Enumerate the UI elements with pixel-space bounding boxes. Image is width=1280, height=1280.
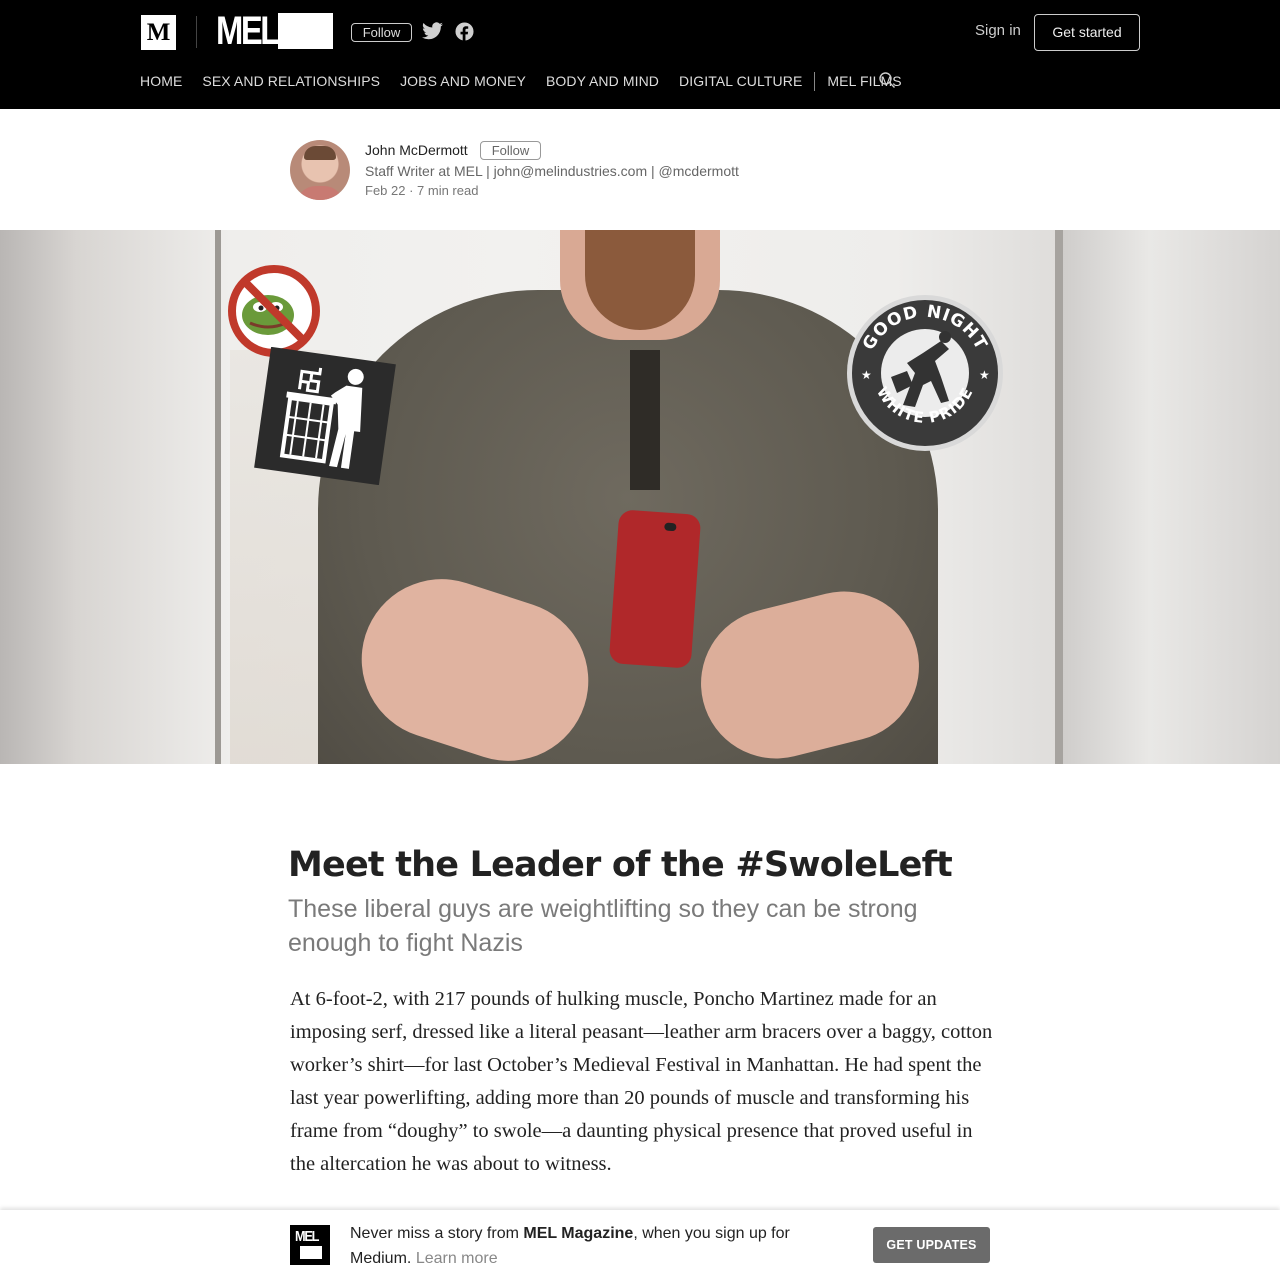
- medium-logo[interactable]: M: [141, 15, 176, 50]
- phone-in-photo: [608, 509, 702, 669]
- facebook-icon[interactable]: [455, 22, 474, 41]
- logo-divider: [196, 16, 197, 48]
- svg-text:★: ★: [861, 368, 872, 382]
- nav-item-home[interactable]: HOME: [140, 73, 182, 89]
- article-subtitle: These liberal guys are weightlifting so …: [288, 895, 918, 957]
- publication-follow-button[interactable]: Follow: [351, 23, 412, 42]
- twitter-icon[interactable]: [422, 22, 443, 40]
- post-meta: Feb 22 · 7 min read: [365, 183, 479, 198]
- article-paragraph: At 6-foot-2, with 217 pounds of hulking …: [290, 988, 993, 1175]
- get-updates-button[interactable]: GET UPDATES: [873, 1227, 990, 1263]
- nav-item-sex-and-relationships[interactable]: SEX AND RELATIONSHIPS: [202, 73, 380, 89]
- trash-swastika-sticker: [254, 347, 396, 485]
- get-started-button[interactable]: Get started: [1034, 14, 1140, 51]
- banner-mel-logo[interactable]: MEL: [290, 1225, 330, 1265]
- mel-logo-block: [278, 13, 333, 49]
- no-pepe-sticker: [228, 265, 320, 357]
- svg-text:★: ★: [979, 368, 990, 382]
- banner-publication: MEL Magazine: [523, 1225, 634, 1242]
- top-header: M MEL Follow Sign in Get started HOME SE…: [0, 0, 1280, 109]
- author-name[interactable]: John McDermott: [365, 142, 468, 158]
- nav-item-digital-culture[interactable]: DIGITAL CULTURE: [679, 73, 802, 89]
- hero-image: [0, 230, 1280, 764]
- mel-publication-logo[interactable]: MEL: [216, 9, 333, 53]
- author-avatar[interactable]: [290, 140, 350, 200]
- author-follow-button[interactable]: Follow: [480, 141, 541, 160]
- learn-more-link[interactable]: Learn more: [416, 1250, 498, 1267]
- signup-banner: MEL Never miss a story from MEL Magazine…: [0, 1210, 1280, 1280]
- nav-separator: [814, 71, 816, 91]
- mel-logo-text: MEL: [216, 9, 280, 53]
- nav-item-body-and-mind[interactable]: BODY AND MIND: [546, 73, 659, 89]
- search-icon[interactable]: [878, 71, 896, 89]
- banner-text-prefix: Never miss a story from: [350, 1225, 524, 1242]
- publication-nav: HOME SEX AND RELATIONSHIPS JOBS AND MONE…: [140, 71, 922, 91]
- article-title: Meet the Leader of the #SwoleLeft: [288, 845, 953, 885]
- sign-in-link[interactable]: Sign in: [975, 22, 1021, 39]
- nav-item-jobs-and-money[interactable]: JOBS AND MONEY: [400, 73, 526, 89]
- good-night-white-pride-sticker: GOOD NIGHT WHITE PRIDE ★ ★: [847, 295, 1003, 451]
- author-bio: Staff Writer at MEL | john@melindustries…: [365, 163, 739, 179]
- banner-message: Never miss a story from MEL Magazine, wh…: [350, 1221, 820, 1271]
